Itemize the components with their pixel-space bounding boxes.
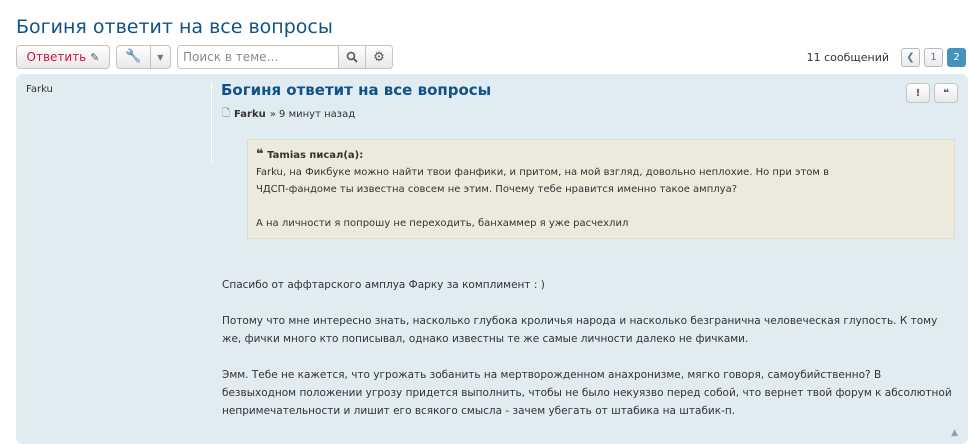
- exclamation-icon: !: [915, 87, 921, 99]
- previous-page-button[interactable]: ❮: [901, 48, 920, 67]
- post-paragraph: Потому что мне интересно знать, наскольк…: [222, 315, 938, 345]
- search-button[interactable]: [338, 46, 365, 68]
- topic-toolbar: Ответить ✎ 🔧 ▼ ⚙: [16, 45, 393, 69]
- post-meta: 🗋 Farku » 9 минут назад: [222, 106, 355, 123]
- quote-line: А на личности я попрошу не переходить, б…: [256, 218, 629, 229]
- quote-author: Tamias писал(а):: [267, 150, 364, 161]
- post-paragraph: Спасибо от аффтарского амплуа Фарку за к…: [222, 279, 545, 291]
- post-title[interactable]: Богиня ответит на все вопросы: [221, 81, 491, 99]
- reply-button[interactable]: Ответить ✎: [16, 45, 110, 69]
- post-content: Спасибо от аффтарского амплуа Фарку за к…: [222, 276, 957, 438]
- topic-tools-button[interactable]: 🔧 ▼: [116, 45, 171, 69]
- quote-button[interactable]: ❝: [934, 83, 958, 103]
- topic-search-box: ⚙: [177, 45, 393, 69]
- quote-icon: ❝: [943, 87, 949, 99]
- wrench-icon: 🔧: [117, 46, 151, 68]
- search-icon: [346, 51, 358, 63]
- chevron-left-icon: ❮: [906, 52, 915, 63]
- quote-header: ❝ Tamias писал(а):: [256, 146, 946, 164]
- post-actions: ! ❝: [906, 83, 958, 103]
- topic-title[interactable]: Богиня ответит на все вопросы: [16, 16, 333, 38]
- quote-line: Farku, на Фикбуке можно найти твои фанфи…: [256, 167, 830, 178]
- post-time: » 9 минут назад: [269, 109, 356, 120]
- gear-icon: ⚙: [373, 49, 385, 65]
- post-paragraph: Эмм. Тебе не кажется, что угрожать зобан…: [222, 369, 952, 417]
- post-author-username[interactable]: Farku: [26, 84, 53, 95]
- quote-mark-icon: ❝: [256, 147, 264, 162]
- chevron-down-icon: ▼: [157, 52, 164, 62]
- pencil-icon: ✎: [90, 50, 100, 64]
- post-meta-author[interactable]: Farku: [234, 109, 266, 120]
- post: Farku Богиня ответит на все вопросы ! ❝ …: [16, 74, 968, 444]
- post-divider: [211, 82, 212, 162]
- pagination: 11 сообщений ❮ 1 2: [807, 48, 966, 67]
- post-link-icon[interactable]: 🗋: [222, 106, 230, 123]
- reply-button-label: Ответить: [26, 50, 87, 64]
- advanced-search-button[interactable]: ⚙: [365, 46, 392, 68]
- page-link-1[interactable]: 1: [924, 48, 943, 67]
- quote-block: ❝ Tamias писал(а): Farku, на Фикбуке мож…: [247, 139, 955, 239]
- post-count: 11 сообщений: [806, 51, 889, 64]
- topic-search-input[interactable]: [178, 46, 338, 68]
- page-current-2: 2: [947, 48, 966, 67]
- back-to-top-icon[interactable]: ▲: [951, 428, 958, 438]
- quote-line: ЧДСП-фандоме ты известна совсем не этим.…: [256, 184, 738, 195]
- report-button[interactable]: !: [906, 83, 930, 103]
